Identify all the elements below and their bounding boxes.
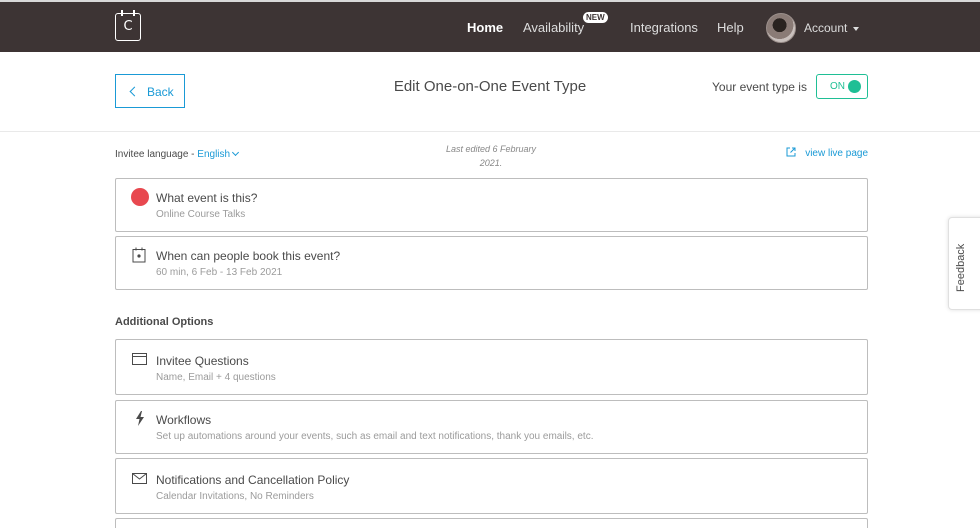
- meta-row: Invitee language - English Last edited 6…: [0, 141, 980, 171]
- toggle-state-label: ON: [830, 81, 845, 92]
- more-options-card[interactable]: [115, 518, 868, 528]
- view-live-page-link[interactable]: view live page: [805, 148, 868, 159]
- event-status-label: Your event type is: [712, 80, 807, 94]
- booking-window-card[interactable]: When can people book this event? 60 min,…: [115, 236, 868, 290]
- page-header: Back Edit One-on-One Event Type Your eve…: [0, 52, 980, 132]
- avatar[interactable]: [766, 13, 796, 43]
- lightning-icon: [136, 411, 144, 426]
- workflows-card[interactable]: Workflows Set up automations around your…: [115, 400, 868, 454]
- card-subtitle: Name, Email + 4 questions: [156, 372, 276, 383]
- nav-integrations-link[interactable]: Integrations: [630, 20, 698, 35]
- invitee-language-dropdown[interactable]: English: [197, 148, 240, 160]
- calendar-icon: [132, 247, 146, 263]
- feedback-tab[interactable]: Feedback: [948, 217, 980, 310]
- card-title: Notifications and Cancellation Policy: [156, 473, 350, 487]
- card-subtitle: 60 min, 6 Feb - 13 Feb 2021: [156, 267, 283, 278]
- envelope-icon: [132, 473, 147, 484]
- new-badge: NEW: [583, 12, 608, 23]
- card-subtitle: Online Course Talks: [156, 209, 246, 220]
- nav-home-link[interactable]: Home: [467, 20, 503, 35]
- chevron-down-icon: [232, 148, 240, 157]
- card-subtitle: Calendar Invitations, No Reminders: [156, 491, 314, 502]
- card-title: Workflows: [156, 413, 212, 427]
- top-nav-bar: C Home Availability NEW Integrations Hel…: [0, 0, 980, 52]
- notifications-card[interactable]: Notifications and Cancellation Policy Ca…: [115, 458, 868, 514]
- account-menu[interactable]: Account: [804, 21, 847, 35]
- card-title: Invitee Questions: [156, 354, 249, 368]
- event-details-card[interactable]: What event is this? Online Course Talks: [115, 178, 868, 232]
- additional-options-heading: Additional Options: [115, 316, 214, 328]
- invitee-language: Invitee language - English: [115, 148, 240, 160]
- chevron-down-icon[interactable]: [853, 27, 859, 31]
- toggle-knob: [848, 80, 861, 93]
- last-edited-note: Last edited 6 February 2021.: [445, 144, 537, 168]
- event-status-toggle[interactable]: ON: [816, 74, 868, 99]
- card-subtitle: Set up automations around your events, s…: [156, 431, 594, 442]
- card-title: What event is this?: [156, 191, 258, 205]
- card-title: When can people book this event?: [156, 249, 341, 263]
- form-icon: [132, 353, 147, 365]
- invitee-questions-card[interactable]: Invitee Questions Name, Email + 4 questi…: [115, 339, 868, 395]
- external-link-icon[interactable]: [786, 147, 796, 157]
- red-dot-icon: [131, 188, 149, 206]
- nav-help-link[interactable]: Help: [717, 20, 744, 35]
- nav-availability-link[interactable]: Availability: [523, 20, 584, 35]
- calendar-logo-icon[interactable]: C: [115, 10, 141, 41]
